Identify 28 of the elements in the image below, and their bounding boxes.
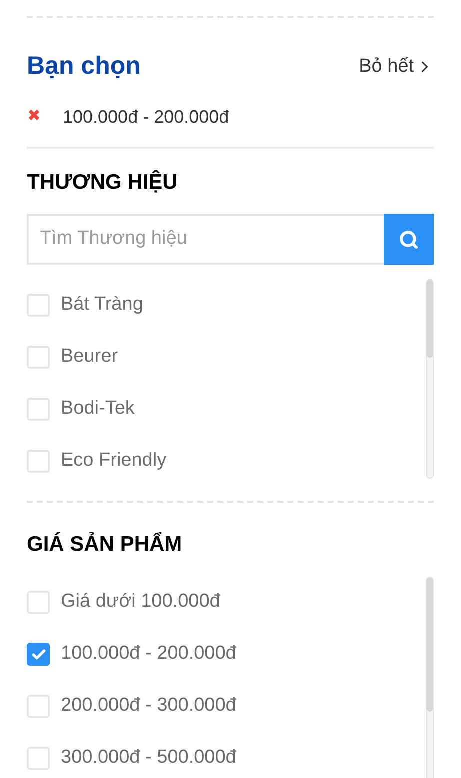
checkbox[interactable] <box>27 747 50 770</box>
option-label[interactable]: Eco Friendly <box>61 446 167 476</box>
section-title: Bạn chọn <box>27 51 141 82</box>
option-label[interactable]: Bodi-Tek <box>61 394 135 424</box>
checkbox[interactable] <box>27 398 50 420</box>
option-label[interactable]: Giá dưới 100.000đ <box>61 588 220 617</box>
clear-all-link[interactable]: Bỏ hết <box>359 52 434 81</box>
selected-filter-label: 100.000đ - 200.000đ <box>63 106 230 128</box>
section-title: THƯƠNG HIỆU <box>27 169 179 196</box>
checkbox[interactable] <box>27 643 50 666</box>
checkbox[interactable] <box>27 591 50 614</box>
checkbox[interactable] <box>27 450 50 472</box>
checkbox[interactable] <box>27 346 50 368</box>
checkbox[interactable] <box>27 294 50 316</box>
option-label[interactable]: 100.000đ - 200.000đ <box>61 640 236 669</box>
scrollbar[interactable] <box>426 279 434 479</box>
search-button[interactable] <box>384 214 434 265</box>
search-icon <box>399 230 419 250</box>
scrollbar[interactable] <box>426 576 434 778</box>
option-label[interactable]: 200.000đ - 300.000đ <box>61 692 236 721</box>
option-label[interactable]: 300.000đ - 500.000đ <box>61 744 236 773</box>
check-icon <box>30 646 46 662</box>
remove-filter-button[interactable]: ✖ <box>27 105 41 129</box>
brand-search-field[interactable]: Tìm Thương hiệu <box>27 214 384 265</box>
checkbox[interactable] <box>27 695 50 718</box>
option-label[interactable]: Beurer <box>61 342 118 372</box>
section-title: GIÁ SẢN PHẨM <box>27 531 184 558</box>
option-label[interactable]: Bát Tràng <box>61 290 144 320</box>
